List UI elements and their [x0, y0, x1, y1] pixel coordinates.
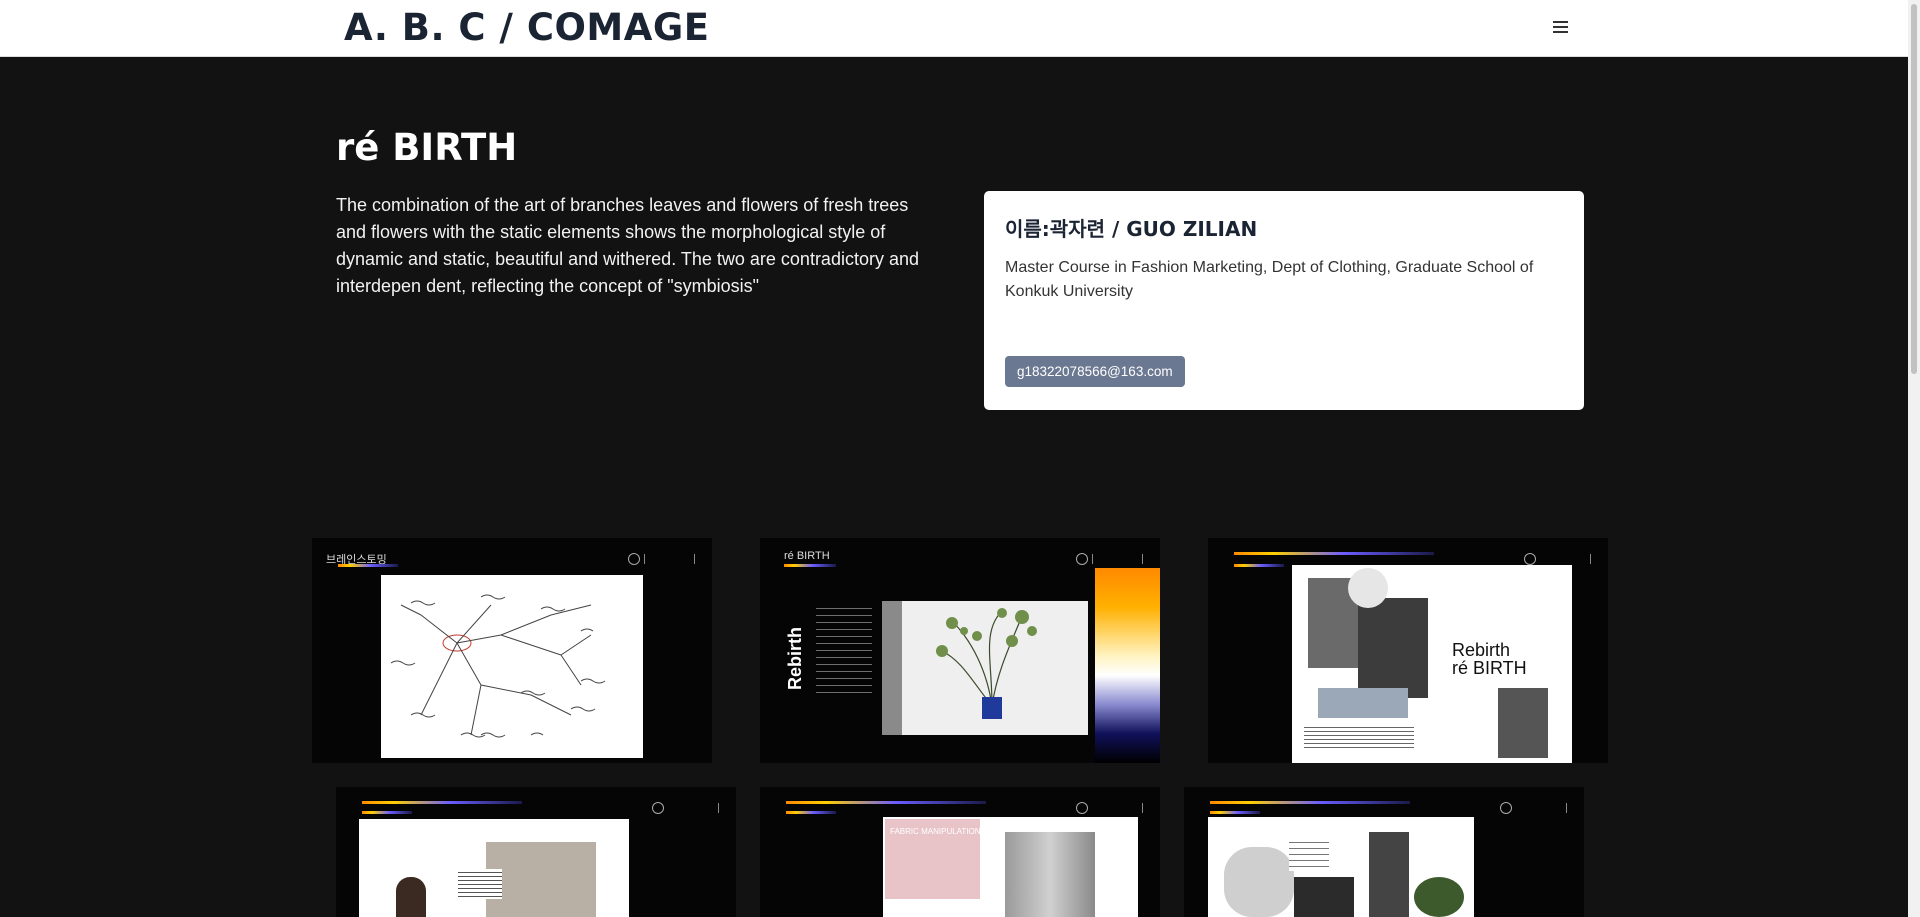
accent-line [1234, 552, 1434, 555]
accent-line [786, 801, 986, 804]
divider [644, 554, 645, 564]
page-scrollbar[interactable] [1908, 0, 1920, 917]
mindmap-sketch [381, 575, 643, 758]
divider [1142, 803, 1143, 813]
circle-icon [1524, 553, 1536, 565]
collage-image [486, 842, 596, 917]
collage-image [1294, 877, 1354, 917]
circle-icon [1076, 802, 1088, 814]
profile-card: 이름:곽자련 / GUO ZILIAN Master Course in Fas… [984, 191, 1584, 410]
divider [1590, 554, 1591, 564]
divider [1566, 803, 1567, 813]
circle-icon [1500, 802, 1512, 814]
accent-line [338, 564, 398, 567]
accent-line [1210, 811, 1260, 814]
divider [694, 554, 695, 564]
collage-image [1348, 568, 1388, 608]
collage-image [1318, 688, 1408, 718]
author-affiliation: Master Course in Fashion Marketing, Dept… [1005, 259, 1534, 300]
fabric-label: FABRIC MANIPULATION [890, 827, 981, 836]
gallery-thumbnail-4[interactable] [336, 787, 736, 917]
divider [718, 803, 719, 813]
plant-photo [882, 601, 1088, 735]
thumbnail-label: ré BIRTH [784, 550, 830, 562]
author-name: 이름:곽자련 / GUO ZILIAN [1005, 217, 1258, 241]
accent-line [1234, 564, 1284, 567]
mindmap-drawing [390, 594, 606, 738]
vertical-title: Rebirth [785, 627, 805, 690]
collage-image [1224, 847, 1294, 917]
accent-line [362, 801, 522, 804]
body-text-block [816, 604, 872, 694]
top-navbar: A. B. C / COMAGE [0, 0, 1920, 57]
accent-line [784, 564, 836, 567]
body-text-block [458, 869, 502, 899]
accent-line [362, 811, 412, 814]
project-description: The combination of the art of branches l… [336, 195, 919, 296]
gallery-thumbnail-6[interactable] [1184, 787, 1584, 917]
collage-image [1369, 832, 1409, 917]
hamburger-menu-icon[interactable] [1548, 18, 1572, 38]
collage-image [396, 877, 426, 917]
accent-line [1210, 801, 1410, 804]
plant-illustration [936, 608, 1037, 719]
divider [1142, 554, 1143, 564]
brand-logo[interactable]: A. B. C / COMAGE [344, 6, 710, 49]
collage-image [1358, 598, 1428, 698]
circle-icon [1076, 553, 1088, 565]
gallery-thumbnail-rebirth[interactable]: ré BIRTH Rebirth [760, 538, 1160, 763]
collage-image [1414, 877, 1464, 917]
body-text-block [1289, 837, 1329, 871]
gallery-thumbnail-fabric[interactable]: FABRIC MANIPULATION [760, 787, 1160, 917]
collage-caption [1304, 724, 1414, 750]
gallery-thumbnail-collage[interactable]: Rebirth ré BIRTH [1208, 538, 1608, 763]
accent-line [786, 811, 836, 814]
gradient-color-bar [1095, 568, 1160, 763]
page-title: ré BIRTH [336, 126, 518, 169]
divider [1092, 554, 1093, 564]
email-button[interactable]: g18322078566@163.com [1005, 356, 1185, 387]
fabric-photo [1005, 832, 1095, 917]
gallery-thumbnail-brainstorming[interactable]: 브레인스토밍 [312, 538, 712, 763]
circle-icon [628, 553, 640, 565]
collage-image [1498, 688, 1548, 758]
scrollbar-thumb[interactable] [1911, 4, 1917, 374]
circle-icon [652, 802, 664, 814]
collage-title-b: ré BIRTH [1452, 658, 1527, 678]
